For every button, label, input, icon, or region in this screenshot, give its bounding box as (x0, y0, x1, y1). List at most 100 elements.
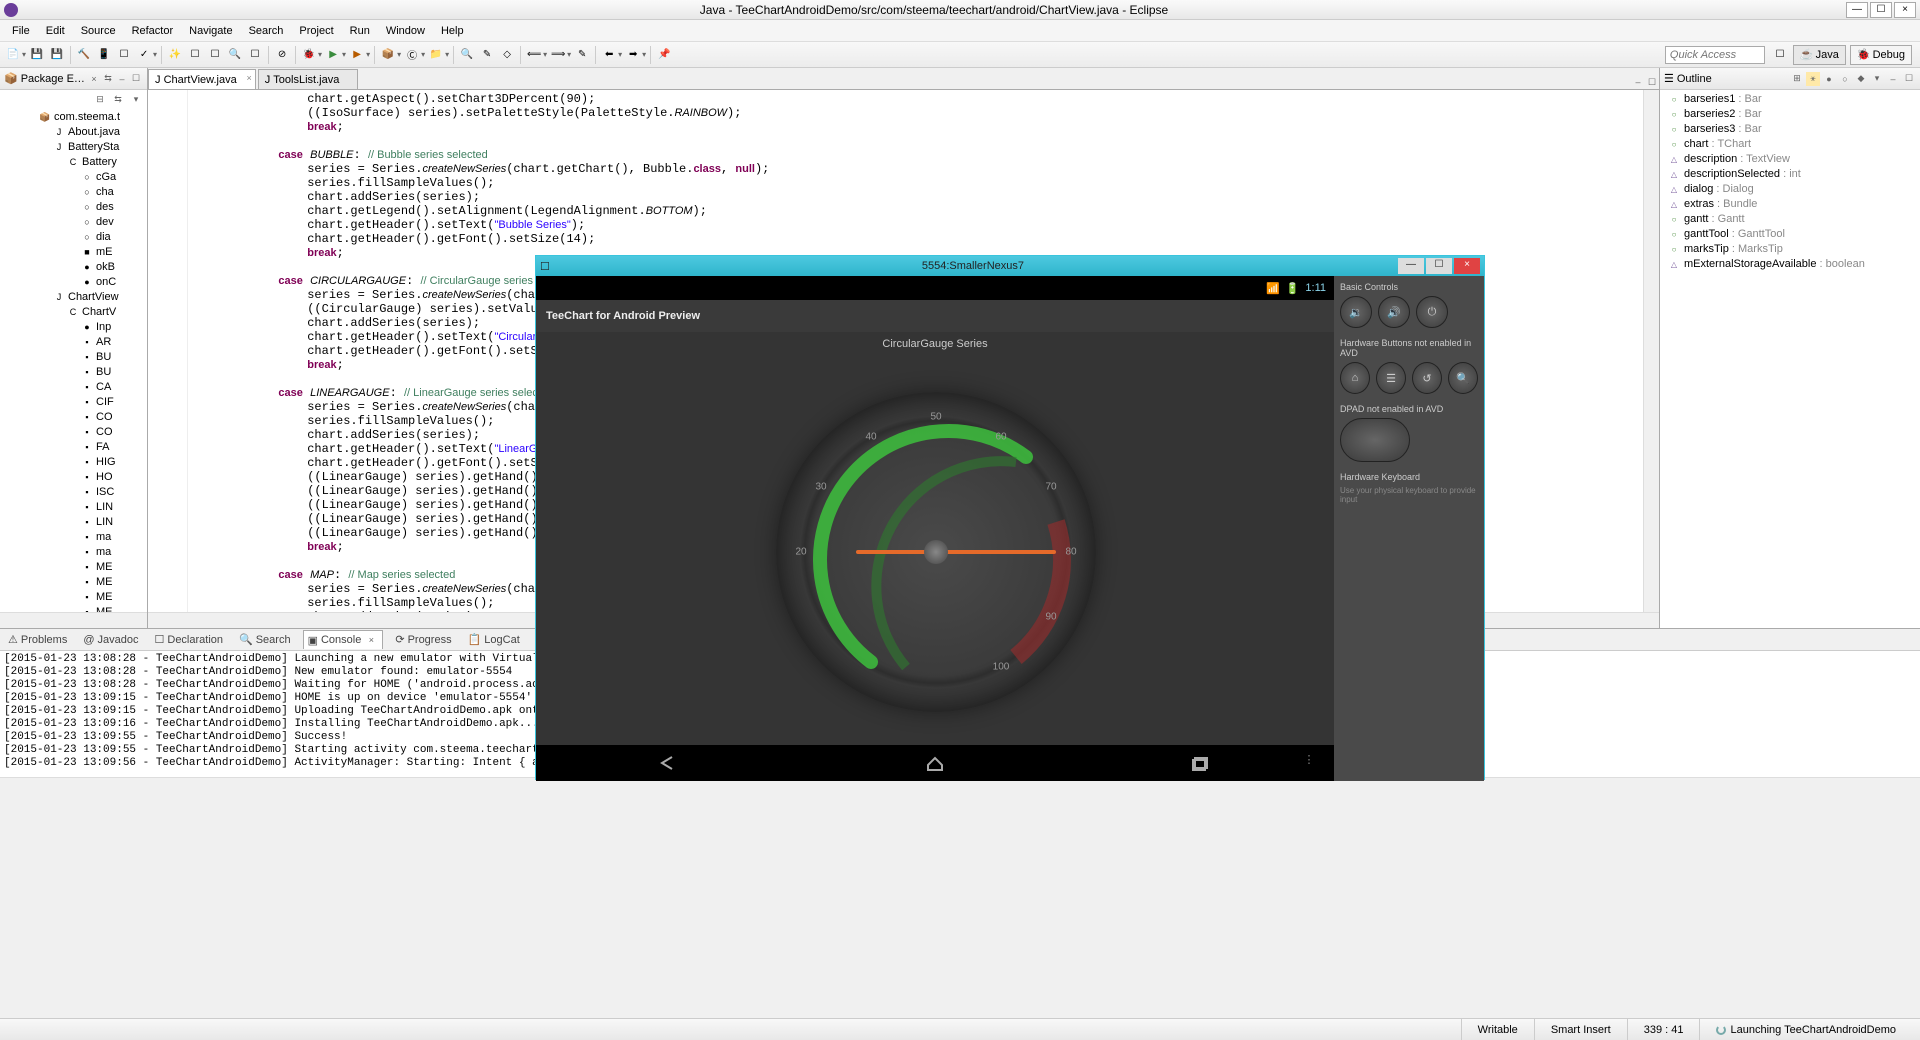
tree-item[interactable]: JBatterySta (2, 140, 145, 155)
outline-item[interactable]: ○barseries2 : Bar (1662, 107, 1918, 122)
editor-max-icon[interactable]: ☐ (1645, 75, 1659, 89)
tree-item[interactable]: ▪ma (2, 530, 145, 545)
open-task-icon[interactable]: ☐ (246, 46, 264, 64)
outline-item[interactable]: △dialog : Dialog (1662, 182, 1918, 197)
tree-item[interactable]: ▪ME (2, 605, 145, 612)
menu-refactor[interactable]: Refactor (124, 23, 182, 39)
tree-item[interactable]: ▪HIG (2, 455, 145, 470)
new-pkg-icon[interactable]: 📦 (379, 46, 397, 64)
tab-progress[interactable]: ⟳ Progress (391, 631, 455, 648)
pin-icon[interactable]: 📌 (655, 46, 673, 64)
tree-item[interactable]: ■mE (2, 245, 145, 260)
tree-item[interactable]: ▪CA (2, 380, 145, 395)
annot-icon[interactable]: ✎ (478, 46, 496, 64)
close-view-icon[interactable]: × (87, 72, 101, 86)
tree-item[interactable]: ▪ME (2, 590, 145, 605)
save-all-icon[interactable]: 💾 (48, 46, 66, 64)
outline-item[interactable]: ○marksTip : MarksTip (1662, 242, 1918, 257)
outline-tree[interactable]: ○barseries1 : Bar○barseries2 : Bar○barse… (1660, 90, 1920, 628)
tree-item[interactable]: ○cGa (2, 170, 145, 185)
tab-problems[interactable]: ⚠ Problems (4, 631, 71, 648)
tree-item[interactable]: ○dia (2, 230, 145, 245)
build-icon[interactable]: 🔨 (75, 46, 93, 64)
view-menu-icon[interactable]: ▾ (129, 92, 143, 106)
menu-search[interactable]: Search (241, 23, 292, 39)
editor-gutter[interactable] (148, 90, 188, 612)
tree-item[interactable]: CChartV (2, 305, 145, 320)
open-perspective-icon[interactable]: ☐ (1771, 46, 1789, 64)
menu-source[interactable]: Source (73, 23, 124, 39)
tree-item[interactable]: ▪ME (2, 575, 145, 590)
outline-item[interactable]: △mExternalStorageAvailable : boolean (1662, 257, 1918, 272)
tree-item[interactable]: JChartView (2, 290, 145, 305)
tree-item[interactable]: ▪HO (2, 470, 145, 485)
tree-item[interactable]: ●onC (2, 275, 145, 290)
outline-item[interactable]: ○ganttTool : GanttTool (1662, 227, 1918, 242)
close-console-icon[interactable]: × (364, 633, 378, 647)
menu-project[interactable]: Project (291, 23, 341, 39)
tab-javadoc[interactable]: @ Javadoc (79, 632, 142, 648)
menu-file[interactable]: File (4, 23, 38, 39)
emu-back-icon[interactable]: ↺ (1412, 362, 1442, 394)
outline-max-icon[interactable]: ☐ (1902, 72, 1916, 86)
collapse-icon[interactable]: ⊟ (93, 92, 107, 106)
debug-icon[interactable]: 🐞 (300, 46, 318, 64)
filter-icon[interactable]: ⚹ (1806, 72, 1820, 86)
tree-item[interactable]: JAbout.java (2, 125, 145, 140)
prev-edit-icon[interactable]: ⟸ (525, 46, 543, 64)
outline-item[interactable]: ○gantt : Gantt (1662, 212, 1918, 227)
maximize-button[interactable]: ☐ (1870, 2, 1892, 18)
emu-volume-down-icon[interactable]: 🔉 (1340, 296, 1372, 328)
fwd-icon[interactable]: ➡ (624, 46, 642, 64)
emulator-screen[interactable]: 📶 🔋 1:11 TeeChart for Android Preview Ci… (536, 276, 1334, 781)
open-type-icon[interactable]: 🔍 (226, 46, 244, 64)
save-icon[interactable]: 💾 (28, 46, 46, 64)
tree-item[interactable]: ▪ma (2, 545, 145, 560)
outline-item[interactable]: △extras : Bundle (1662, 197, 1918, 212)
tree-item[interactable]: ▪CIF (2, 395, 145, 410)
outline-item[interactable]: △description : TextView (1662, 152, 1918, 167)
debug-perspective-button[interactable]: 🐞Debug (1850, 45, 1912, 65)
tree-item[interactable]: ▪CO (2, 425, 145, 440)
tree-item[interactable]: ▪LIN (2, 515, 145, 530)
nav-home-icon[interactable] (920, 753, 950, 773)
tree-item[interactable]: ▪AR (2, 335, 145, 350)
nav-menu-icon[interactable]: ⋮ (1294, 753, 1324, 773)
outline-item[interactable]: △descriptionSelected : int (1662, 167, 1918, 182)
link-icon[interactable]: ⇆ (101, 72, 115, 86)
tree-item[interactable]: ▪ISC (2, 485, 145, 500)
link-ed-icon[interactable]: ⇆ (111, 92, 125, 106)
editor-icon[interactable]: ☐ (186, 46, 204, 64)
outline-min-icon[interactable]: – (1886, 72, 1900, 86)
hide-fields-icon[interactable]: ● (1822, 72, 1836, 86)
nav-back-icon[interactable] (654, 753, 684, 773)
emu-menu-icon[interactable]: ☰ (1376, 362, 1406, 394)
outline-item[interactable]: ○chart : TChart (1662, 137, 1918, 152)
editor2-icon[interactable]: ☐ (206, 46, 224, 64)
search-icon[interactable]: 🔍 (458, 46, 476, 64)
next-edit-icon[interactable]: ⟹ (549, 46, 567, 64)
tab-declaration[interactable]: ☐ Declaration (151, 631, 228, 648)
tree-item[interactable]: ○des (2, 200, 145, 215)
menu-edit[interactable]: Edit (38, 23, 73, 39)
last-edit-icon[interactable]: ✎ (573, 46, 591, 64)
hide-static-icon[interactable]: ○ (1838, 72, 1852, 86)
wand-icon[interactable]: ✨ (166, 46, 184, 64)
editor-tab-chartview[interactable]: J ChartView.java× (148, 69, 256, 89)
menu-run[interactable]: Run (342, 23, 378, 39)
editor-vscroll[interactable] (1643, 90, 1659, 612)
new-icon[interactable]: 📄 (4, 46, 22, 64)
tree-item[interactable]: ▪BU (2, 365, 145, 380)
tree-item[interactable]: ▪FA (2, 440, 145, 455)
emu-volume-up-icon[interactable]: 🔊 (1378, 296, 1410, 328)
tree-item[interactable]: ○dev (2, 215, 145, 230)
tree-item[interactable]: ○cha (2, 185, 145, 200)
back-icon[interactable]: ⬅ (600, 46, 618, 64)
sdk-icon[interactable]: 📱 (95, 46, 113, 64)
new-class-icon[interactable]: Ⓒ (403, 46, 421, 64)
emu-close-button[interactable]: × (1454, 258, 1480, 274)
emu-dpad[interactable] (1340, 418, 1410, 462)
minimize-view-icon[interactable]: – (115, 72, 129, 86)
minimize-button[interactable]: — (1846, 2, 1868, 18)
lint-icon[interactable]: ✓ (135, 46, 153, 64)
